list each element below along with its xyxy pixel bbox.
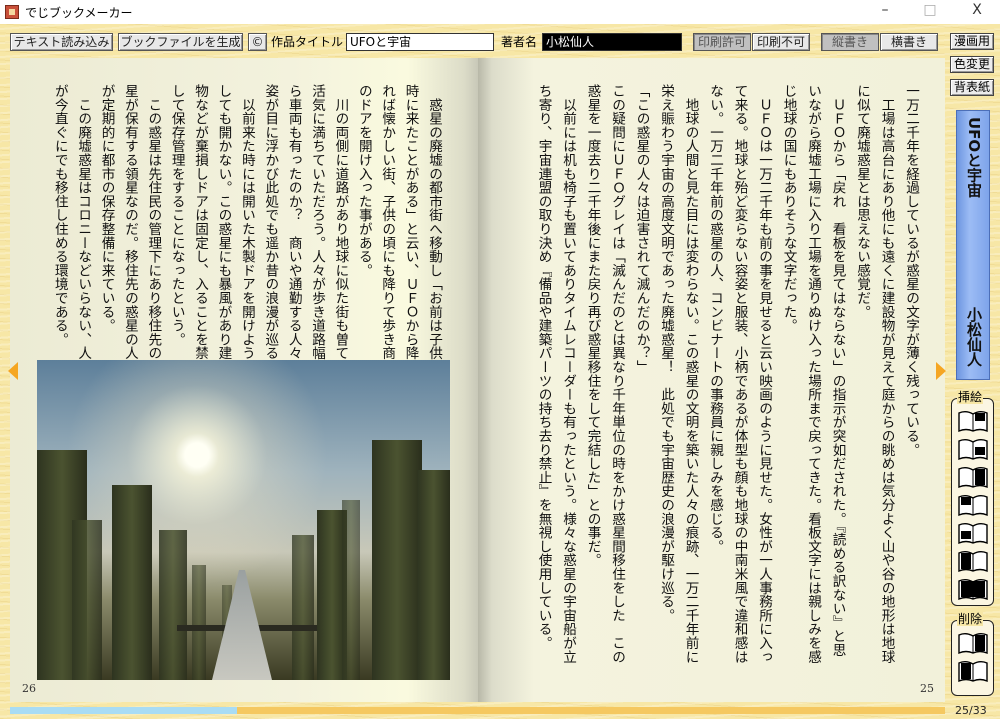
- text-column: 活気に満ちていただろう。人々が歩き道路幅か: [309, 84, 326, 374]
- insert-spread-icon[interactable]: [957, 578, 988, 600]
- app-icon: [5, 5, 19, 19]
- left-page-text: 惑星の廃墟の都市街へ移動し「お前は子供の 時に来たことがある」と云い、ＵＦＯから降…: [47, 84, 445, 374]
- spine-author: 小松仙人: [965, 307, 983, 367]
- author-input[interactable]: 小松仙人: [542, 33, 682, 51]
- text-column: 以前には机も椅子も置いてありタイムレコーダーも有ったという。様々な惑星の宇宙船が…: [560, 84, 576, 664]
- text-column: この惑星は先住民の管理下にあり移住先の惑: [145, 84, 162, 374]
- illustration-ruined-city: [37, 360, 450, 680]
- left-page: 惑星の廃墟の都市街へ移動し「お前は子供の 時に来たことがある」と云い、ＵＦＯから降…: [10, 58, 478, 702]
- text-column: に似て廃墟惑星とは思えない感覚だ。: [854, 84, 870, 319]
- horizontal-writing-button[interactable]: 横書き: [880, 33, 938, 51]
- title-label: 作品タイトル: [271, 35, 344, 49]
- text-column: ない。一万二千年前の惑星の人、コンビナートの事務員に親しみを感じる。: [707, 84, 723, 554]
- left-page-number: 26: [22, 682, 36, 695]
- maximize-button[interactable]: □: [915, 2, 945, 18]
- insert-left-top-icon[interactable]: [957, 494, 988, 516]
- generate-book-button[interactable]: ブックファイルを生成: [118, 33, 243, 51]
- text-column: ら車両も有ったのか？ 商いや通勤する人々の: [285, 84, 302, 374]
- text-column: この廃墟惑星はコロニーなどいらない、人間: [75, 84, 92, 374]
- text-column: ち寄り、宇宙連盟の取り決め『備品や建築パーツの持ち去り禁止』を無視し使用している…: [535, 84, 552, 650]
- text-column: 工場は高台にあり他にも遠くに建設物が見えて庭からの眺めは気分よく山や谷の地形は地…: [878, 84, 895, 664]
- text-column: 物などが棄損しドアは固定し、入ることを禁止: [192, 84, 209, 374]
- text-column: 時に来たことがある」と云い、ＵＦＯから降り: [402, 84, 419, 374]
- close-button[interactable]: X: [962, 2, 992, 18]
- reading-progress-fill: [236, 707, 945, 714]
- text-column: この疑問にＵＦＯグレイは「滅んだのとは異なり千年単位の時をかけ惑星間移住をした …: [609, 84, 625, 664]
- text-column: 一万二千年を経過しているが惑星の文字が薄く残っている。: [903, 84, 919, 457]
- minimize-button[interactable]: –: [870, 2, 900, 18]
- text-column: が今直ぐにでも移住し住める環境である。: [51, 84, 68, 347]
- text-column: 惑星を一度去り二千年後にまた戻り再び惑星移住をして完結した」との事だ。: [584, 84, 601, 567]
- text-column: いながら廃墟工場に入り工場を通りぬけ入った場所まで戻ってきた。看板文字には親しみ…: [805, 84, 821, 664]
- insert-group-title: 挿絵: [957, 390, 984, 404]
- vertical-writing-button[interactable]: 縦書き: [821, 33, 879, 51]
- spine-title: UFOと宇宙: [965, 117, 983, 198]
- copyright-button[interactable]: ©: [248, 33, 267, 51]
- delete-group-title: 削除: [957, 612, 984, 626]
- next-page-arrow[interactable]: [8, 362, 18, 380]
- insert-right-full-icon[interactable]: [957, 466, 988, 488]
- insert-right-top-icon[interactable]: [957, 410, 988, 432]
- text-column: れば懐かしい街、子供の頃にも降りて歩き商店: [379, 84, 396, 374]
- delete-right-icon[interactable]: [957, 632, 988, 654]
- text-column: じ地球の国にもありそうな文字だった。: [780, 84, 797, 333]
- text-column: 「この惑星の人々は迫害されて滅んだのか？」: [633, 84, 650, 374]
- reading-progress-bar[interactable]: [10, 707, 945, 714]
- right-page-text: 一万二千年を経過しているが惑星の文字が薄く残っている。 工場は高台にあり他にも遠…: [531, 84, 923, 664]
- text-column: 姿が目に浮かび此処でも遥か昔の浪漫が巡る。: [262, 84, 279, 374]
- delete-illustration-group: 削除: [951, 612, 994, 696]
- right-page-number: 25: [920, 682, 934, 695]
- print-allow-button[interactable]: 印刷許可: [693, 33, 751, 51]
- insert-left-full-icon[interactable]: [957, 550, 988, 572]
- text-column: して保存管理をすることになったという。: [168, 84, 185, 347]
- text-column: て来る。地球と殆ど変らない容姿と服装、小柄であるが体型も顔も地球の中南米風で違和…: [731, 84, 748, 664]
- text-column: しても開かない。この惑星にも暴風があり建築: [215, 84, 232, 374]
- text-column: 惑星の廃墟の都市街へ移動し「お前は子供の: [426, 84, 442, 374]
- color-change-button[interactable]: 色変更: [950, 56, 994, 73]
- previous-page-arrow[interactable]: [936, 362, 946, 380]
- delete-left-icon[interactable]: [957, 660, 988, 682]
- insert-left-middle-icon[interactable]: [957, 522, 988, 544]
- insert-right-middle-icon[interactable]: [957, 438, 988, 460]
- author-label: 著者名: [501, 35, 538, 49]
- text-column: 川の両側に道路があり地球に似た街も曽ては: [332, 84, 349, 374]
- book-spread: 惑星の廃墟の都市街へ移動し「お前は子供の 時に来たことがある」と云い、ＵＦＯから降…: [10, 58, 945, 702]
- text-column: 地球の人間と見た目には変わらない。この惑星の文明を築いた人々の痕跡、一万二千年前…: [682, 84, 699, 664]
- text-column: ＵＦＯから「戻れ 看板を見てはならない」の指示が突如だされた。『読める訳ない』と…: [829, 84, 846, 657]
- text-column: ＵＦＯは一万二千年も前の事を見せると云い映画のように見せた。女性が一人事務所に入…: [756, 84, 772, 664]
- print-deny-button[interactable]: 印刷不可: [752, 33, 810, 51]
- insert-illustration-group: 挿絵: [951, 390, 994, 606]
- title-bar: でじブックメーカー – □ X: [0, 0, 1000, 24]
- right-page: 一万二千年を経過しているが惑星の文字が薄く残っている。 工場は高台にあり他にも遠…: [478, 58, 945, 702]
- back-cover-button[interactable]: 背表紙: [950, 79, 994, 96]
- manga-mode-button[interactable]: 漫画用: [950, 33, 994, 50]
- page-counter: 25/33: [955, 704, 987, 717]
- text-column: 栄え賑わう宇宙の高度文明であった廃墟惑星！ 此処でも宇宙歴史の浪漫が駆け巡る。: [658, 84, 674, 623]
- book-spine[interactable]: UFOと宇宙 小松仙人: [956, 110, 990, 380]
- window-title: でじブックメーカー: [25, 5, 133, 20]
- title-input[interactable]: UFOと宇宙: [346, 33, 494, 51]
- text-column: 以前来た時には開いた木製ドアを開けようと: [238, 84, 255, 374]
- text-column: 星が保有する領星なのだ。移住先の惑星の人々: [121, 84, 138, 374]
- text-column: が定期的に都市の保存整備に来ている。: [98, 84, 115, 333]
- text-column: のドアを開け入った事がある。: [355, 84, 372, 278]
- load-text-button[interactable]: テキスト読み込み: [10, 33, 113, 51]
